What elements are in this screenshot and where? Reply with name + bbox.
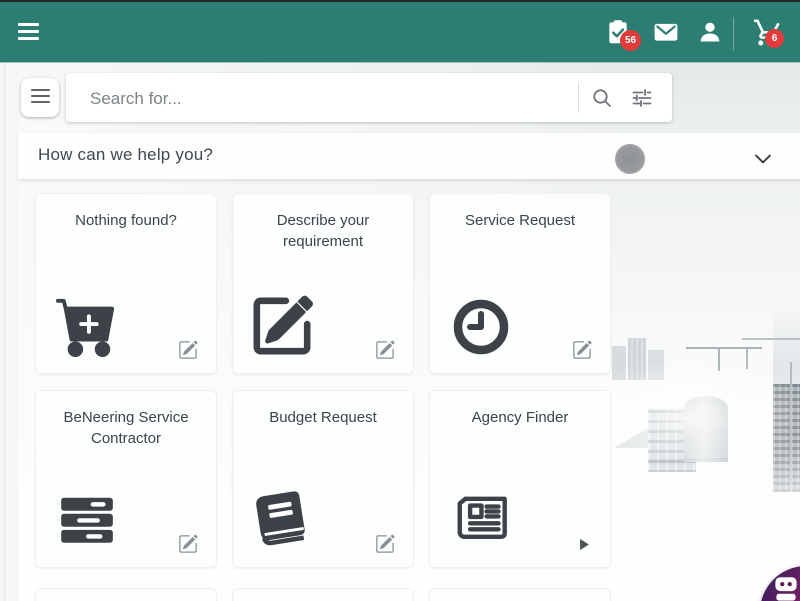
edit-icon[interactable] xyxy=(375,340,395,360)
search-submit-button[interactable] xyxy=(590,86,614,110)
card-title: Budget Request xyxy=(233,391,413,428)
help-panel-title: How can we help you? xyxy=(38,145,213,165)
card-title: Agency Finder xyxy=(430,391,610,428)
mail-icon xyxy=(653,19,679,45)
header-menu-button[interactable] xyxy=(18,23,42,41)
hamburger-icon xyxy=(21,78,59,103)
card-budget-request[interactable]: Budget Request xyxy=(232,390,414,568)
cart-plus-icon xyxy=(54,295,120,357)
help-panel-header[interactable]: How can we help you? xyxy=(18,133,800,179)
chevron-down-icon xyxy=(755,154,771,164)
card-title: Describe your requirement xyxy=(233,194,413,252)
header-divider xyxy=(733,17,734,51)
card-partial[interactable] xyxy=(429,588,611,601)
card-title: Service Request xyxy=(430,194,610,231)
clock-icon xyxy=(451,297,511,357)
app-header: 56 6 xyxy=(0,2,800,62)
pencil-square-icon xyxy=(251,295,313,357)
app-window: 56 6 xyxy=(0,0,800,601)
server-stack-icon xyxy=(54,489,120,551)
right-tower-windows xyxy=(773,384,800,496)
tasks-badge: 56 xyxy=(620,30,641,51)
crane-mast-line xyxy=(790,362,792,572)
search-icon xyxy=(590,86,614,110)
arrow-right-icon[interactable] xyxy=(580,539,589,550)
chatbot-icon xyxy=(769,573,800,601)
distant-building xyxy=(648,350,664,380)
right-tower-upper xyxy=(773,304,800,396)
card-service-request[interactable]: Service Request xyxy=(429,193,611,374)
construction-crane-mast xyxy=(718,347,720,371)
edit-icon[interactable] xyxy=(178,534,198,554)
search-filter-button[interactable] xyxy=(630,86,654,110)
user-icon xyxy=(697,19,723,45)
distant-building xyxy=(628,338,646,380)
card-describe-requirement[interactable]: Describe your requirement xyxy=(232,193,414,374)
card-agency-finder[interactable]: Agency Finder xyxy=(429,390,611,568)
card-nothing-found[interactable]: Nothing found? xyxy=(35,193,217,374)
edit-icon[interactable] xyxy=(375,534,395,554)
book-icon xyxy=(251,487,315,551)
cart-button[interactable]: 6 xyxy=(742,2,792,62)
search-input[interactable] xyxy=(88,73,572,124)
edit-icon[interactable] xyxy=(178,340,198,360)
card-partial[interactable] xyxy=(232,588,414,601)
tasks-button[interactable]: 56 xyxy=(596,2,640,62)
distant-building xyxy=(612,346,626,380)
search-divider xyxy=(578,82,579,113)
cart-badge: 6 xyxy=(765,29,784,48)
hamburger-icon xyxy=(18,23,39,26)
user-button[interactable] xyxy=(688,2,732,62)
card-title: BeNeering Service Contractor xyxy=(36,391,216,449)
page-gutter-line xyxy=(4,62,5,601)
crane-jib-line xyxy=(742,338,800,340)
search-bar xyxy=(66,73,672,122)
building-wedge xyxy=(614,420,650,448)
card-beneering-service-contractor[interactable]: BeNeering Service Contractor xyxy=(35,390,217,568)
newspaper-icon xyxy=(448,489,518,551)
collapse-button[interactable] xyxy=(755,151,771,161)
construction-crane xyxy=(686,347,762,349)
construction-crane-mast xyxy=(746,349,748,369)
card-partial[interactable] xyxy=(35,588,217,601)
mail-button[interactable] xyxy=(644,2,688,62)
cylindrical-tower xyxy=(684,396,728,462)
loading-spinner xyxy=(615,144,645,174)
tune-icon xyxy=(630,86,654,110)
catalog-menu-button[interactable] xyxy=(21,78,59,117)
edit-icon[interactable] xyxy=(572,340,592,360)
card-title: Nothing found? xyxy=(36,194,216,231)
